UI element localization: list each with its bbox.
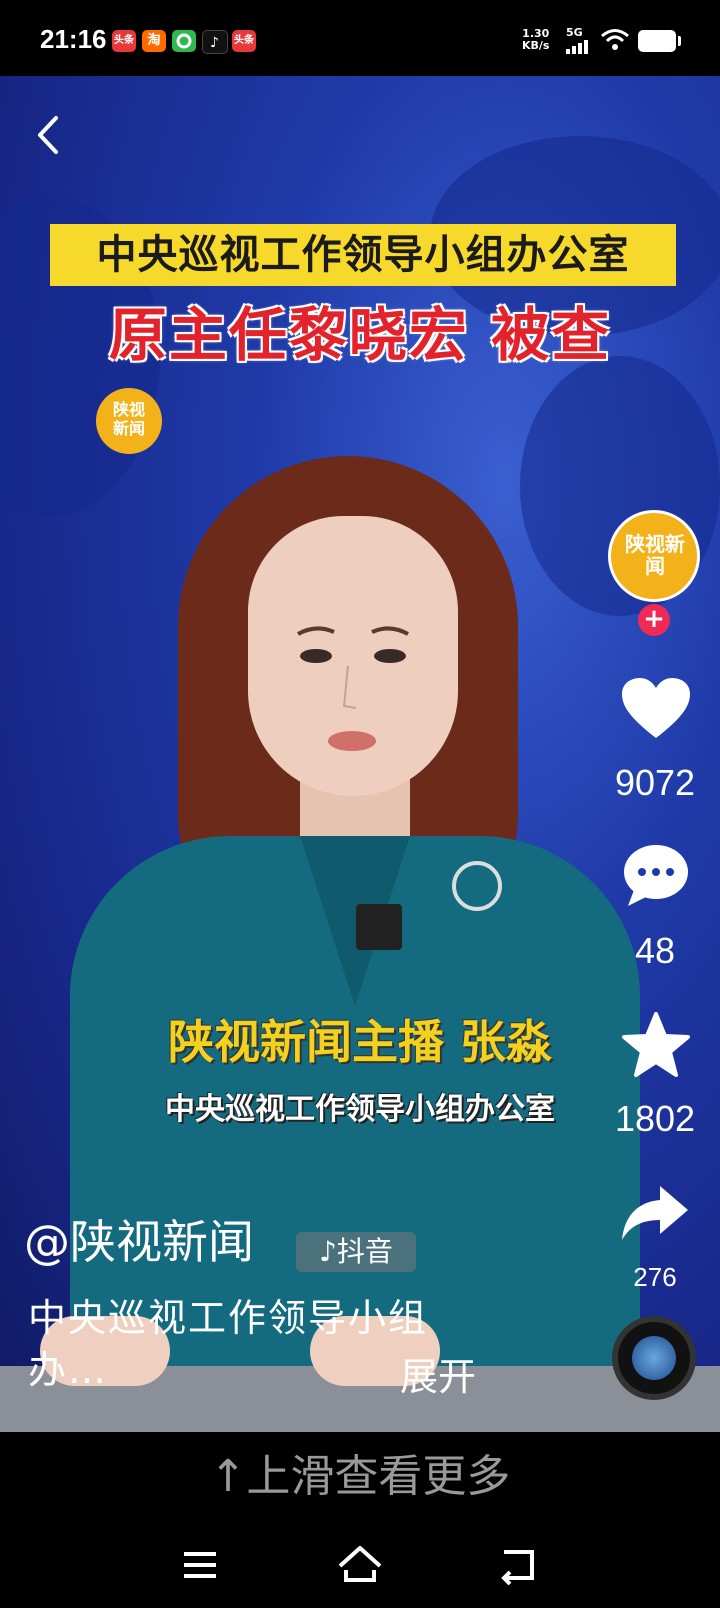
home-icon[interactable] bbox=[332, 1540, 388, 1590]
share-arrow-icon[interactable] bbox=[620, 1180, 692, 1246]
favorite-star-icon[interactable] bbox=[620, 1012, 692, 1078]
comment-count: 48 bbox=[634, 930, 676, 971]
back-icon[interactable] bbox=[492, 1540, 548, 1590]
status-time: 21:16 bbox=[40, 24, 107, 54]
status-bar: 21:16 头条 淘 ♪ 头条 1.30 KB/s 5G bbox=[0, 0, 720, 76]
signal-bars-icon bbox=[566, 38, 596, 54]
battery-icon bbox=[638, 30, 681, 52]
author-avatar[interactable]: 陕视新闻 bbox=[608, 510, 700, 602]
headline-banner: 中央巡视工作领导小组办公室 bbox=[50, 224, 676, 286]
app-green-icon bbox=[172, 30, 196, 52]
share-count: 276 bbox=[633, 1262, 677, 1292]
favorite-count: 1802 bbox=[614, 1098, 696, 1139]
brooch bbox=[452, 861, 502, 911]
follow-button[interactable]: + bbox=[638, 604, 670, 636]
taobao-icon: 淘 bbox=[142, 30, 166, 52]
toutiao-icon-2: 头条 bbox=[232, 30, 256, 52]
like-heart-icon[interactable] bbox=[620, 676, 692, 742]
system-nav-bar bbox=[0, 1522, 720, 1608]
anchor-face bbox=[248, 516, 458, 796]
wifi-icon bbox=[601, 29, 629, 50]
music-disc-icon[interactable] bbox=[612, 1316, 696, 1400]
swipe-up-hint[interactable]: ↑上滑查看更多 bbox=[0, 1432, 720, 1522]
back-arrow-icon[interactable] bbox=[30, 110, 70, 160]
toutiao-icon: 头条 bbox=[112, 30, 136, 52]
menu-icon[interactable] bbox=[172, 1540, 228, 1590]
channel-watermark-logo: 陕视新闻 bbox=[96, 388, 162, 454]
douyin-logo-icon: ♪ bbox=[319, 1235, 337, 1268]
lapel-mic bbox=[356, 904, 402, 950]
svg-text:♪: ♪ bbox=[210, 35, 219, 51]
douyin-icon: ♪ bbox=[202, 30, 228, 54]
network-speed: 1.30 KB/s bbox=[522, 27, 550, 52]
like-count: 9072 bbox=[614, 762, 696, 803]
headline-title: 原主任黎晓宏 被查 bbox=[108, 301, 612, 369]
platform-tag: ♪抖音 bbox=[296, 1232, 416, 1272]
author-name[interactable]: @陕视新闻 bbox=[24, 1206, 254, 1272]
subtitle-anchor-name: 陕视新闻主播 张淼 bbox=[167, 1015, 552, 1069]
comment-bubble-icon[interactable] bbox=[620, 842, 692, 908]
expand-button[interactable]: 展开 bbox=[400, 1346, 476, 1401]
